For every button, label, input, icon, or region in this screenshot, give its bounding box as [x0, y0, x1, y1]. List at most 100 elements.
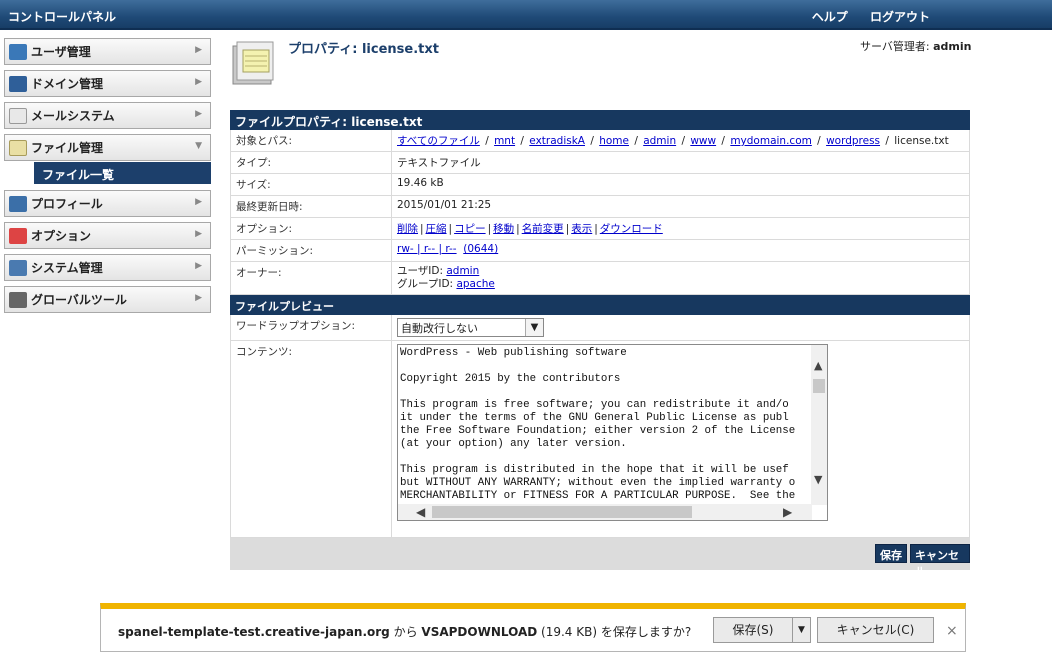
scroll-down-icon[interactable]: ▼: [814, 473, 822, 486]
row-owner: オーナー: ユーザID: admin グループID: apache: [230, 262, 970, 295]
path-file: license.txt: [894, 135, 949, 147]
sidebar-item-label: ファイル管理: [31, 141, 104, 155]
download-save-button[interactable]: 保存(S) ▼: [713, 617, 811, 643]
path-link[interactable]: wordpress: [826, 135, 880, 147]
domain-icon: [9, 75, 27, 92]
modified-label: 最終更新日時:: [231, 196, 392, 217]
size-label: サイズ:: [231, 174, 392, 195]
row-path: 対象とパス: すべてのファイル / mnt / extradiskA / hom…: [230, 130, 970, 152]
top-bar: コントロールパネル ヘルプ ログアウト: [0, 0, 1052, 30]
path-link[interactable]: admin: [643, 135, 676, 147]
admin-name: admin: [933, 40, 972, 53]
download-save-label[interactable]: 保存(S): [714, 618, 792, 642]
chevron-right-icon: ▶: [195, 77, 202, 87]
scroll-thumb[interactable]: [813, 379, 825, 393]
profile-icon: [9, 195, 27, 212]
row-content: コンテンツ: WordPress - Web publishing softwa…: [230, 341, 970, 538]
chevron-down-icon: ▼: [195, 141, 202, 151]
path-label: 対象とパス:: [231, 130, 392, 151]
document-properties-icon: [232, 41, 274, 85]
content-textarea[interactable]: WordPress - Web publishing software Copy…: [397, 344, 828, 521]
type-value: テキストファイル: [397, 157, 481, 169]
row-options: オプション: 削除 | 圧縮 | コピー | 移動 | 名前変更 | 表示 | ダウンロード: [230, 218, 970, 240]
owner-user-link[interactable]: admin: [446, 265, 479, 277]
view-link[interactable]: 表示: [571, 223, 592, 235]
owner-user-label: ユーザID:: [397, 265, 444, 277]
scroll-left-icon[interactable]: ◀: [416, 505, 425, 519]
modified-value: 2015/01/01 21:25: [397, 199, 492, 211]
sidebar-item-mail[interactable]: メールシステム ▶: [4, 102, 211, 129]
scroll-right-icon[interactable]: ▶: [783, 505, 792, 519]
top-links: ヘルプ ログアウト: [794, 8, 930, 25]
row-type: タイプ: テキストファイル: [230, 152, 970, 174]
compress-link[interactable]: 圧縮: [426, 223, 447, 235]
path-link[interactable]: mydomain.com: [730, 135, 812, 147]
user-icon: [9, 43, 27, 60]
owner-group-link[interactable]: apache: [456, 278, 494, 290]
sidebar-item-profile[interactable]: プロフィール ▶: [4, 190, 211, 217]
admin-label: サーバ管理者: admin: [860, 38, 971, 54]
sidebar-subitem-file-list[interactable]: ファイル一覧: [34, 162, 211, 184]
chevron-right-icon: ▶: [195, 45, 202, 55]
sidebar-item-label: オプション: [31, 229, 92, 243]
cancel-button[interactable]: キャンセル: [910, 544, 970, 578]
options-label: オプション:: [231, 218, 392, 239]
sidebar-item-label: ユーザ管理: [31, 45, 91, 59]
sidebar-item-label: プロフィール: [31, 197, 103, 211]
tools-icon: [9, 291, 27, 308]
permissions-link[interactable]: rw- | r-- | r--: [397, 243, 457, 255]
sidebar-item-label: グローバルツール: [31, 293, 127, 307]
save-button[interactable]: 保存: [875, 544, 907, 563]
download-link[interactable]: ダウンロード: [600, 223, 663, 235]
page-title: プロパティ: license.txt: [288, 42, 439, 57]
scroll-thumb[interactable]: [432, 506, 692, 518]
owner-label: オーナー:: [231, 262, 392, 294]
sidebar-item-system[interactable]: システム管理 ▶: [4, 254, 211, 281]
chevron-down-icon[interactable]: ▼: [792, 618, 810, 642]
chevron-right-icon: ▶: [195, 229, 202, 239]
row-wrap: ワードラップオプション: 自動改行しない ▼: [230, 315, 970, 341]
section-header-preview: ファイルプレビュー: [230, 295, 970, 315]
download-host: spanel-template-test.creative-japan.org: [118, 625, 390, 639]
copy-link[interactable]: コピー: [454, 223, 486, 235]
permissions-label: パーミッション:: [231, 240, 392, 261]
sidebar-item-global-tools[interactable]: グローバルツール ▶: [4, 286, 211, 313]
app-title: コントロールパネル: [8, 10, 117, 24]
delete-link[interactable]: 削除: [397, 223, 418, 235]
path-link[interactable]: すべてのファイル: [397, 135, 480, 147]
move-link[interactable]: 移動: [493, 223, 514, 235]
close-icon[interactable]: ×: [946, 623, 958, 639]
row-modified: 最終更新日時: 2015/01/01 21:25: [230, 196, 970, 218]
chevron-right-icon: ▶: [195, 261, 202, 271]
content-text: WordPress - Web publishing software Copy…: [400, 347, 796, 502]
action-bar: 保存 キャンセル: [230, 538, 970, 578]
path-breadcrumb: すべてのファイル / mnt / extradiskA / home / adm…: [397, 135, 949, 147]
path-link[interactable]: home: [599, 135, 629, 147]
path-link[interactable]: www: [690, 135, 716, 147]
permissions-octal-link[interactable]: (0644): [463, 243, 498, 255]
vertical-scrollbar[interactable]: ▲ ▼: [811, 345, 827, 505]
path-link[interactable]: mnt: [494, 135, 515, 147]
download-notification-bar: spanel-template-test.creative-japan.org …: [100, 603, 966, 652]
wrap-option-select[interactable]: 自動改行しない ▼: [397, 318, 544, 337]
logout-link[interactable]: ログアウト: [870, 10, 930, 24]
download-from: から: [389, 625, 422, 639]
download-size: (19.4 KB) を保存しますか?: [537, 625, 692, 639]
download-cancel-button[interactable]: キャンセル(C): [817, 617, 934, 643]
options-icon: [9, 227, 27, 244]
rename-link[interactable]: 名前変更: [522, 223, 564, 235]
file-icon: [9, 139, 27, 156]
path-link[interactable]: extradiskA: [529, 135, 585, 147]
sidebar-item-options[interactable]: オプション ▶: [4, 222, 211, 249]
sidebar-item-files[interactable]: ファイル管理 ▼: [4, 134, 211, 161]
type-label: タイプ:: [231, 152, 392, 173]
scroll-up-icon[interactable]: ▲: [814, 359, 822, 372]
size-value: 19.46 kB: [397, 177, 444, 189]
help-link[interactable]: ヘルプ: [812, 10, 848, 24]
sidebar-item-domains[interactable]: ドメイン管理 ▶: [4, 70, 211, 97]
horizontal-scrollbar[interactable]: ◀ ▶: [398, 504, 812, 520]
wrap-option-value: 自動改行しない: [401, 321, 478, 335]
sidebar-item-users[interactable]: ユーザ管理 ▶: [4, 38, 211, 65]
sidebar-item-label: システム管理: [31, 261, 103, 275]
row-permissions: パーミッション: rw- | r-- | r-- (0644): [230, 240, 970, 262]
